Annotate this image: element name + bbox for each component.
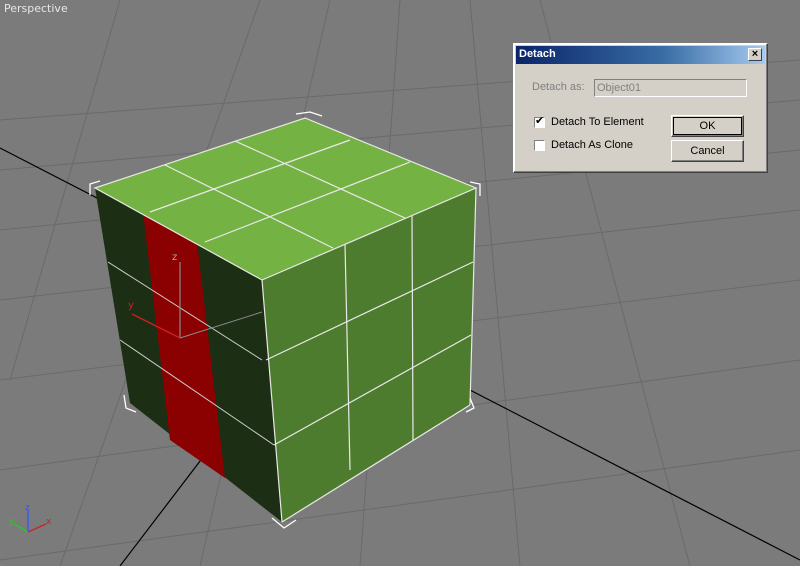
svg-text:y: y <box>128 300 134 311</box>
detach-to-element-label: Detach To Element <box>551 116 644 128</box>
detach-as-label: Detach as: <box>532 81 585 93</box>
axis-z-label: z <box>25 503 30 513</box>
detach-to-element-row[interactable]: ✔ Detach To Element <box>534 114 644 128</box>
axis-x-label: x <box>46 517 52 527</box>
viewport-label[interactable]: Perspective <box>4 2 68 15</box>
axis-y-label: y <box>9 517 15 527</box>
axis-tripod-icon: z x y <box>9 503 52 533</box>
ok-button[interactable]: OK <box>671 115 744 137</box>
dialog-title: Detach <box>519 48 556 60</box>
detach-dialog: Detach × Detach as: ✔ Detach To Element … <box>513 43 768 173</box>
detach-as-clone-row[interactable]: Detach As Clone <box>534 139 633 151</box>
dialog-titlebar[interactable]: Detach × <box>516 46 765 64</box>
detach-as-input[interactable] <box>594 79 747 97</box>
cancel-button[interactable]: Cancel <box>671 140 744 162</box>
svg-text:z: z <box>172 252 177 263</box>
close-icon[interactable]: × <box>748 48 762 61</box>
detach-to-element-checkbox[interactable]: ✔ <box>534 114 545 128</box>
check-icon: ✔ <box>535 114 545 127</box>
detach-as-clone-label: Detach As Clone <box>551 139 633 151</box>
detach-as-clone-checkbox[interactable] <box>534 139 545 151</box>
